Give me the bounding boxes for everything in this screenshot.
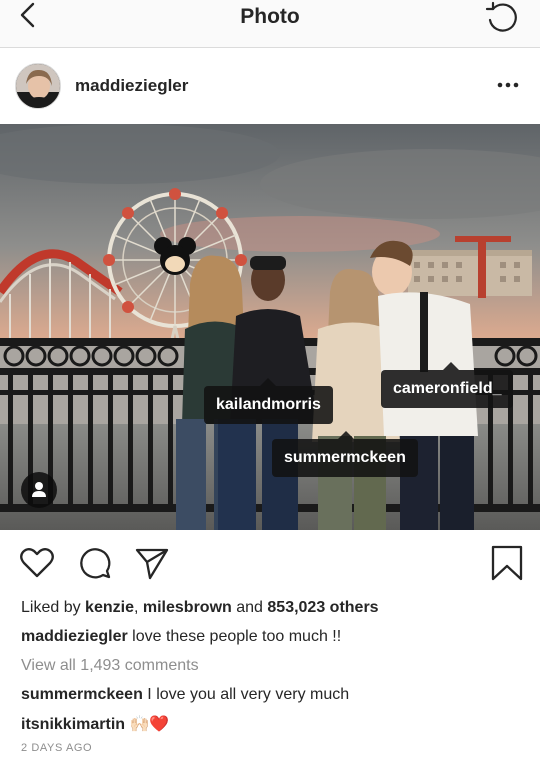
- refresh-icon[interactable]: [484, 0, 520, 36]
- comment-username[interactable]: summermckeen: [21, 686, 143, 703]
- photo-tag-kailandmorris[interactable]: kailandmorris: [204, 378, 333, 424]
- likes-separator: ,: [133, 599, 139, 616]
- liker-username[interactable]: milesbrown: [143, 599, 232, 616]
- likes-prefix: Liked by: [21, 599, 81, 616]
- more-horizontal-icon[interactable]: [496, 75, 520, 95]
- photo-tag-summermckeen[interactable]: summermckeen: [272, 431, 418, 477]
- action-bar: [0, 540, 540, 590]
- tag-label: summermckeen: [284, 449, 406, 466]
- page-title: Photo: [240, 5, 300, 28]
- tag-label: cameronfield_: [393, 380, 502, 397]
- comment-row: itsnikkimartin 🙌🏻❤️: [21, 714, 169, 734]
- post-timestamp: 2 DAYS AGO: [21, 742, 93, 754]
- tag-label: kailandmorris: [216, 396, 321, 413]
- person-icon: [32, 482, 46, 497]
- caption-username[interactable]: maddieziegler: [21, 628, 128, 645]
- caption-text: love these people too much !!: [132, 628, 342, 645]
- comment-text: 🙌🏻❤️: [129, 716, 170, 733]
- comment-icon[interactable]: [76, 544, 114, 582]
- likes-count-link[interactable]: 853,023 others: [267, 599, 378, 616]
- comment-username[interactable]: itsnikkimartin: [21, 716, 125, 733]
- photo-tag-cameronfield[interactable]: cameronfield_: [381, 362, 514, 408]
- likes-line: Liked by kenzie, milesbrown and 853,023 …: [21, 599, 379, 617]
- avatar[interactable]: [15, 63, 61, 109]
- likes-and: and: [236, 599, 263, 616]
- view-all-comments-link[interactable]: View all 1,493 comments: [21, 657, 199, 675]
- post-header: maddieziegler: [0, 48, 540, 124]
- comment-row: summermckeen I love you all very very mu…: [21, 686, 349, 704]
- liker-username[interactable]: kenzie: [85, 599, 134, 616]
- tagged-people-button[interactable]: [21, 472, 57, 508]
- share-icon[interactable]: [133, 544, 171, 582]
- avatar-image: [16, 64, 60, 108]
- post-username[interactable]: maddieziegler: [75, 76, 188, 96]
- tag-pointer: [260, 378, 276, 386]
- tag-pointer: [338, 431, 354, 439]
- comment-text: I love you all very very much: [147, 686, 350, 703]
- tag-pointer: [443, 362, 459, 370]
- heart-icon[interactable]: [18, 544, 56, 582]
- caption: maddieziegler love these people too much…: [21, 628, 341, 646]
- top-bar: Photo: [0, 0, 540, 48]
- bookmark-icon[interactable]: [488, 544, 526, 582]
- photo-scene: [0, 124, 540, 530]
- post-photo[interactable]: cameronfield_ kailandmorris summermckeen: [0, 124, 540, 530]
